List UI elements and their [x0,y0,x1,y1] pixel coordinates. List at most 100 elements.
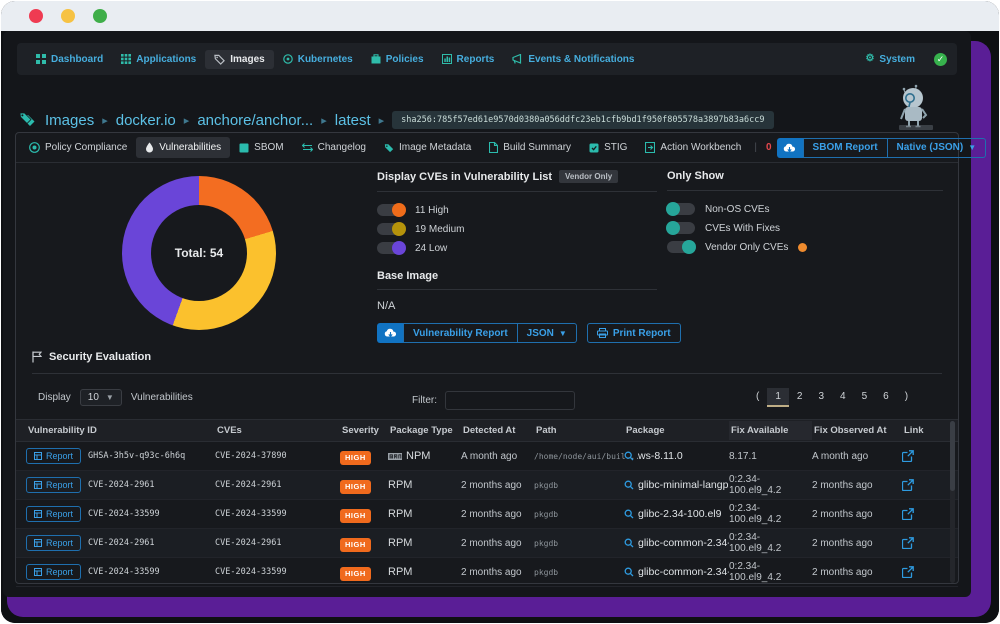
chevron-down-icon: ▼ [106,393,114,402]
legend-toggle-high[interactable]: 11 High [377,202,657,218]
window-zoom-button[interactable] [93,9,107,23]
col-header-severity[interactable]: Severity [340,421,388,440]
legend-toggle-medium[interactable]: 19 Medium [377,221,657,237]
col-header-fix-available[interactable]: Fix Available [729,421,812,440]
tab-build-summary[interactable]: Build Summary [480,137,580,158]
toggle-switch [667,203,695,215]
system-health-check-icon[interactable]: ✓ [934,53,947,66]
pagination-page-1[interactable]: 1 [767,388,789,407]
button-label: SBOM Report [813,142,878,153]
external-link-icon[interactable] [902,537,948,549]
nav-item-events-notifications[interactable]: Events & Notifications [503,50,643,69]
external-link-icon[interactable] [902,479,948,491]
nav-item-images[interactable]: Images [205,50,273,69]
nav-item-applications[interactable]: Applications [112,50,205,69]
tab-vulnerabilities[interactable]: Vulnerabilities [136,137,230,158]
sbom-download-button[interactable] [777,138,803,158]
window-close-button[interactable] [29,9,43,23]
legend-label: 11 High [415,205,449,216]
tab-image-metadata[interactable]: Image Metadata [375,137,480,158]
magnifier-icon [624,451,634,461]
col-header-vulnerability-id[interactable]: Vulnerability ID [26,421,215,440]
toggle-label: CVEs With Fixes [705,223,780,234]
breadcrumb-registry[interactable]: docker.io [116,112,176,129]
tab-sbom[interactable]: SBOM [230,137,292,158]
pagination-page-5[interactable]: 5 [854,388,876,407]
printer-icon [597,328,608,338]
nav-item-kubernetes[interactable]: Kubernetes [274,50,362,69]
col-header-detected-at[interactable]: Detected At [461,421,534,440]
report-format-select[interactable]: JSON ▼ [518,323,577,343]
security-evaluation-header: Security Evaluation [32,351,151,363]
report-button[interactable]: Report [26,477,81,493]
package-link[interactable]: ws-8.11.0 [624,450,729,462]
col-header-package[interactable]: Package [624,421,729,440]
sbom-report-button[interactable]: SBOM Report [803,138,888,158]
tab-changelog[interactable]: Changelog [293,137,375,158]
report-button[interactable]: Report [26,506,81,522]
external-link-icon[interactable] [902,566,948,578]
pagination-prev[interactable]: ( [748,388,767,407]
fix-available: 0:2.34-100.el9_4.2 [729,561,812,583]
swap-arrows-icon [302,143,313,152]
info-icon[interactable] [798,243,807,252]
nav-item-dashboard[interactable]: Dashboard [27,50,112,69]
filter-input[interactable] [445,391,575,410]
external-link-icon[interactable] [902,508,948,520]
display-suffix: Vulnerabilities [131,392,193,403]
report-button[interactable]: Report [26,535,81,551]
tab-label: Vulnerabilities [159,142,221,153]
pagination-page-2[interactable]: 2 [789,388,811,407]
toggle-cves-with-fixes[interactable]: CVEs With Fixes [667,220,943,236]
table-scrollbar[interactable] [950,421,955,583]
page-size-select[interactable]: 10 ▼ [80,389,122,406]
tab-count-separator: | [754,142,757,153]
window-minimize-button[interactable] [61,9,75,23]
document-icon [489,142,498,153]
pagination-page-4[interactable]: 4 [832,388,854,407]
scrollbar-thumb[interactable] [950,421,955,491]
pagination-page-6[interactable]: 6 [875,388,897,407]
donut-ring: Total: 54 [122,176,276,330]
tab-stig[interactable]: STIG [580,137,636,158]
col-header-cves[interactable]: CVEs [215,421,340,440]
image-digest: sha256:785f57ed61e9570d0380a056ddfc23eb1… [392,111,773,129]
divider [667,190,943,191]
breadcrumb-images[interactable]: Images [45,112,94,129]
package-link[interactable]: glibc-common-2.34-10 [624,537,729,549]
fix-observed-at: 2 months ago [812,480,902,491]
report-button[interactable]: Report [26,564,81,580]
nav-item-reports[interactable]: Reports [433,50,504,69]
report-button[interactable]: Report [26,448,81,464]
package-link[interactable]: glibc-2.34-100.el9 [624,508,729,520]
package-link[interactable]: glibc-minimal-langpack [624,479,729,491]
breadcrumb-repository[interactable]: anchore/anchor... [197,112,313,129]
col-header-link[interactable]: Link [902,421,948,440]
sbom-format-select[interactable]: Native (JSON) ▼ [888,138,987,158]
tab-action-workbench[interactable]: Action Workbench [636,137,750,158]
col-header-fix-observed-at[interactable]: Fix Observed At [812,421,902,440]
col-header-package-type[interactable]: Package Type [388,421,461,440]
nav-item-system[interactable]: ⚙ System [856,50,924,69]
nav-label: Reports [457,54,495,65]
cve-id: CVE-2024-37890 [215,451,340,461]
nav-item-policies[interactable]: Policies [362,50,433,69]
package-link[interactable]: glibc-common-2.34-10 [624,566,729,578]
toggle-vendor-only-cves[interactable]: Vendor Only CVEs [667,239,943,255]
toggle-non-os-cves[interactable]: Non-OS CVEs [667,201,943,217]
print-report-button[interactable]: Print Report [587,323,681,343]
select-value: Native (JSON) [897,142,964,153]
divider [32,373,942,374]
vulnerability-report-download-button[interactable] [377,323,403,343]
vulnerability-report-button[interactable]: Vulnerability Report [403,323,518,343]
tab-policy-compliance[interactable]: Policy Compliance [20,137,136,158]
pagination-page-3[interactable]: 3 [810,388,832,407]
col-header-path[interactable]: Path [534,421,624,440]
legend-toggle-low[interactable]: 24 Low [377,240,657,256]
breadcrumb-tag[interactable]: latest [335,112,371,129]
pagination-next[interactable]: ) [897,388,916,407]
display-label: Display [38,392,71,403]
section-title: Display CVEs in Vulnerability List [377,171,552,183]
external-link-icon[interactable] [902,450,948,462]
legend-label: 24 Low [415,243,447,254]
